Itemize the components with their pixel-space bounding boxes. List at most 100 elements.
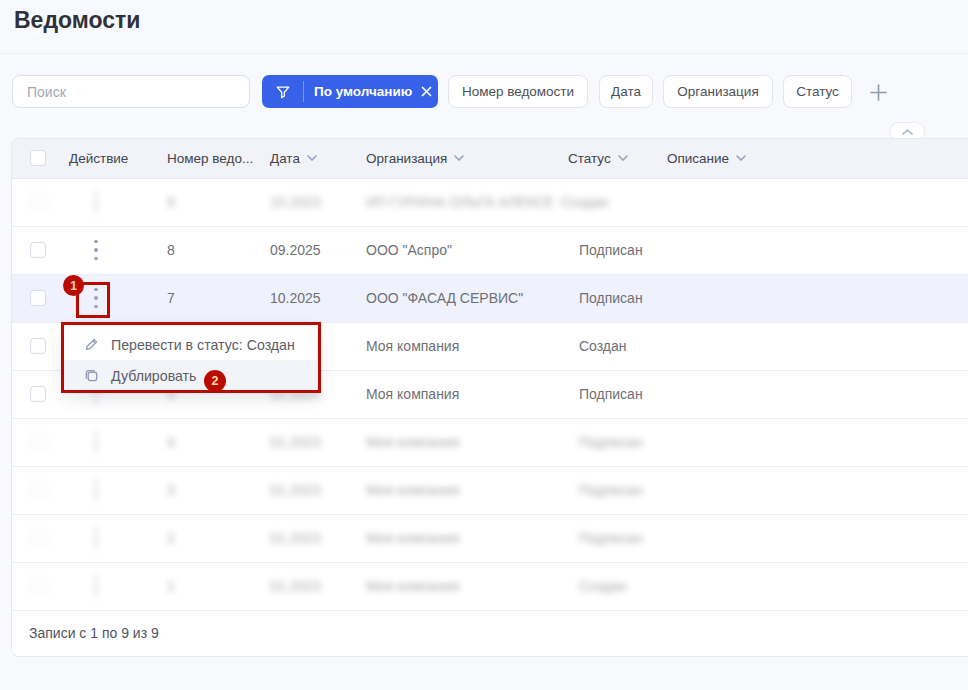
- cell-number: 4: [156, 434, 259, 450]
- column-header: Действие: [58, 151, 156, 166]
- table-row: 910.2023ИП ГУРИНА ОЛЬГА АЛЕКСЕСоздан: [12, 179, 968, 227]
- column-header-label: Статус: [568, 151, 611, 166]
- filter-chip[interactable]: Дата: [599, 75, 653, 108]
- cell-status: Создан: [557, 338, 656, 354]
- header-divider: [0, 53, 968, 54]
- cell-status: Подписан: [557, 434, 656, 450]
- row-checkbox[interactable]: [30, 242, 46, 258]
- table-row: 809.2025ООО "Аспро"Подписан: [12, 227, 968, 275]
- column-header-label: Описание: [667, 151, 729, 166]
- cell-date: 01.2023: [259, 434, 355, 450]
- column-header[interactable]: Статус: [557, 151, 656, 166]
- annotation-step-1-badge: 1: [63, 275, 84, 296]
- cell-organization: ООО "Аспро": [355, 242, 557, 258]
- context-menu-item-label: Перевести в статус: Создан: [111, 337, 295, 353]
- cell-organization: Моя компания: [355, 338, 557, 354]
- chevron-down-icon: [618, 155, 628, 161]
- filter-chip[interactable]: Номер ведомости: [448, 75, 588, 108]
- column-header[interactable]: Дата: [259, 151, 355, 166]
- filter-button-label: По умолчанию: [314, 84, 412, 99]
- cell-date: 09.2025: [259, 242, 355, 258]
- filter-chip[interactable]: Статус: [783, 75, 852, 108]
- cell-number: 2: [156, 530, 259, 546]
- cell-organization: Моя компания: [355, 578, 557, 594]
- cell-organization: Моя компания: [355, 434, 557, 450]
- cell-organization: Моя компания: [355, 386, 557, 402]
- cell-date: 01.2023: [259, 530, 355, 546]
- row-checkbox[interactable]: [30, 194, 46, 210]
- cell-organization: Моя компания: [355, 482, 557, 498]
- row-checkbox[interactable]: [30, 434, 46, 450]
- records-count-label: Записи с 1 по 9 из 9: [29, 625, 159, 641]
- search-input[interactable]: [12, 75, 250, 108]
- data-table: Действие Номер ведо... Дата Организация Стат…: [11, 138, 968, 657]
- column-header-label: Организация: [366, 151, 447, 166]
- page-title: Ведомости: [14, 7, 140, 34]
- filter-clear-icon[interactable]: [421, 86, 432, 97]
- table-row: 401.2023Моя компанияПодписан: [12, 419, 968, 467]
- row-actions-menu-icon[interactable]: [88, 478, 104, 502]
- chevron-up-icon: [902, 129, 913, 135]
- select-all-checkbox[interactable]: [30, 150, 46, 166]
- table-row: 101.2023Моя компанияСоздан: [12, 563, 968, 611]
- row-checkbox[interactable]: [30, 482, 46, 498]
- cell-number: 9: [156, 194, 259, 210]
- chevron-down-icon: [307, 155, 317, 161]
- table-row: 710.2025ООО "ФАСАД СЕРВИС"Подписан: [12, 275, 968, 323]
- row-actions-menu-icon[interactable]: [88, 430, 104, 454]
- annotation-step-2-badge: 2: [204, 370, 226, 392]
- filter-button-separator: [303, 81, 304, 102]
- cell-status: Подписан: [557, 242, 656, 258]
- column-header: Номер ведо...: [156, 151, 259, 166]
- add-filter-button[interactable]: [866, 80, 890, 104]
- column-header[interactable]: Описание: [656, 151, 968, 166]
- filter-button[interactable]: По умолчанию: [262, 75, 438, 108]
- copy-icon: [84, 368, 99, 383]
- column-header-label: Действие: [69, 151, 128, 166]
- table-header-row: Действие Номер ведо... Дата Организация Стат…: [12, 139, 968, 179]
- context-menu-item[interactable]: Перевести в статус: Создан: [64, 329, 317, 360]
- cell-status: Создан: [557, 194, 656, 210]
- row-checkbox[interactable]: [30, 578, 46, 594]
- table-row: 301.2023Моя компанияПодписан: [12, 467, 968, 515]
- cell-date: 10.2025: [259, 290, 355, 306]
- chevron-down-icon: [454, 155, 464, 161]
- cell-date: 01.2023: [259, 482, 355, 498]
- cell-number: 7: [156, 290, 259, 306]
- table-row: 201.2023Моя компанияПодписан: [12, 515, 968, 563]
- pencil-icon: [84, 337, 99, 352]
- cell-status: Создан: [557, 578, 656, 594]
- cell-status: Подписан: [557, 482, 656, 498]
- cell-status: Подписан: [557, 530, 656, 546]
- filter-chip[interactable]: Организация: [663, 75, 773, 108]
- context-menu: Перевести в статус: Создан Дублировать: [64, 326, 317, 392]
- cell-date: 10.2023: [259, 194, 355, 210]
- row-checkbox[interactable]: [30, 386, 46, 402]
- row-actions-menu-icon[interactable]: [88, 238, 104, 262]
- row-checkbox[interactable]: [30, 338, 46, 354]
- row-actions-menu-icon[interactable]: [88, 526, 104, 550]
- cell-date: 01.2023: [259, 578, 355, 594]
- cell-status: Подписан: [557, 290, 656, 306]
- row-checkbox[interactable]: [30, 530, 46, 546]
- cell-number: 1: [156, 578, 259, 594]
- row-actions-menu-icon[interactable]: [88, 574, 104, 598]
- funnel-icon: [262, 84, 303, 100]
- cell-number: 8: [156, 242, 259, 258]
- cell-organization: ИП ГУРИНА ОЛЬГА АЛЕКСЕ: [355, 194, 557, 210]
- chevron-down-icon: [736, 155, 746, 161]
- row-checkbox[interactable]: [30, 290, 46, 306]
- cell-organization: Моя компания: [355, 530, 557, 546]
- cell-organization: ООО "ФАСАД СЕРВИС": [355, 290, 557, 306]
- column-header-label: Дата: [270, 151, 300, 166]
- column-header[interactable]: Организация: [355, 151, 557, 166]
- context-menu-item-label: Дублировать: [111, 368, 197, 384]
- context-menu-item[interactable]: Дублировать: [64, 360, 317, 391]
- cell-status: Подписан: [557, 386, 656, 402]
- table-footer: Записи с 1 по 9 из 9: [12, 611, 968, 656]
- plus-icon: [869, 83, 888, 102]
- row-actions-menu-icon[interactable]: [88, 286, 104, 310]
- column-header-label: Номер ведо...: [167, 151, 253, 166]
- cell-number: 3: [156, 482, 259, 498]
- row-actions-menu-icon[interactable]: [88, 190, 104, 214]
